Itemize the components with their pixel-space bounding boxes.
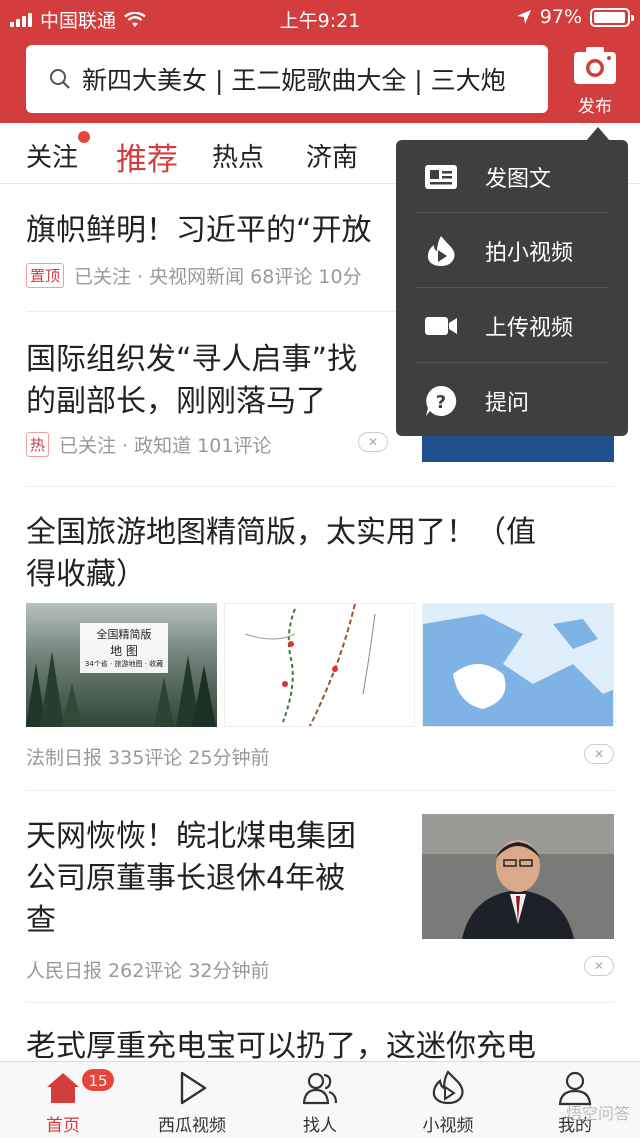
- news-item[interactable]: 旗帜鲜明！习近平的“开放: [26, 210, 406, 252]
- search-bar[interactable]: 新四大美女 | 王二妮歌曲大全 | 三大炮: [26, 45, 548, 113]
- nav-small-video[interactable]: 小视频: [393, 1062, 503, 1138]
- menu-item-upload-video[interactable]: 上传视频: [396, 289, 628, 364]
- menu-separator: [416, 212, 608, 213]
- publish-button[interactable]: 发布: [568, 44, 622, 117]
- menu-separator: [416, 287, 608, 288]
- menu-item-ask-question[interactable]: ? 提问: [396, 364, 628, 439]
- notification-dot: [78, 131, 90, 143]
- news-title-line: 的副部长，刚刚落马了: [26, 384, 326, 419]
- hot-tag: 热: [26, 432, 50, 457]
- menu-item-label: 拍小视频: [485, 241, 574, 266]
- dismiss-button[interactable]: ✕: [584, 744, 614, 764]
- bottom-navigation: 15 首页 西瓜视频 找人 小视频 我的 悟空问答: [0, 1061, 640, 1138]
- menu-separator: [416, 362, 608, 363]
- watermark: 悟空问答: [565, 1104, 630, 1123]
- route-map-image: [244, 604, 376, 726]
- meta-text: 已关注 · 政知道 101评论: [59, 435, 272, 457]
- cover-subtitle: 地 图: [110, 644, 138, 658]
- app-header: 中国联通 上午9:21 97% 新四大美女 | 王二妮歌曲大全 | 三大炮 发布: [0, 0, 640, 123]
- tab-follow[interactable]: 关注: [26, 137, 78, 174]
- people-icon: [302, 1072, 338, 1105]
- news-title-line: 全国旅游地图精简版，太实用了！（值: [26, 515, 536, 550]
- forest-map-thumbnail: 全国精简版 地 图 34个省 · 旅游地图 · 收藏: [26, 603, 217, 727]
- menu-item-shoot-small-video[interactable]: 拍小视频: [396, 214, 628, 289]
- publish-label: 发布: [578, 97, 612, 117]
- svg-text:?: ?: [436, 392, 446, 413]
- meta-text: 法制日报 335评论 25分钟前: [26, 747, 270, 769]
- nav-home[interactable]: 15 首页: [8, 1062, 118, 1138]
- news-title-line: 国际组织发“寻人启事”找: [26, 342, 358, 377]
- nav-label: 首页: [46, 1116, 80, 1136]
- dismiss-button[interactable]: ✕: [584, 956, 614, 976]
- menu-item-label: 上传视频: [485, 316, 574, 341]
- battery-percent: 97%: [539, 6, 582, 28]
- meta-text: 已关注 · 央视网新闻 68评论 10分: [74, 266, 362, 288]
- home-icon: [47, 1073, 79, 1103]
- menu-item-label: 发图文: [485, 167, 552, 192]
- news-item[interactable]: 全国旅游地图精简版，太实用了！（值 得收藏）: [26, 512, 536, 596]
- news-meta: 法制日报 335评论 25分钟前: [26, 743, 270, 770]
- meta-text: 人民日报 262评论 32分钟前: [26, 960, 270, 982]
- nav-label: 小视频: [422, 1116, 474, 1136]
- location-arrow-icon: [516, 10, 531, 24]
- menu-item-post-image-text[interactable]: 发图文: [396, 140, 628, 215]
- tab-jinan[interactable]: 济南: [306, 137, 358, 174]
- news-item[interactable]: 天网恢恢！皖北煤电集团 公司原董事长退休4年被 查: [26, 816, 356, 942]
- status-bar: 中国联通 上午9:21 97%: [0, 0, 640, 36]
- person-photo-thumbnail: [422, 814, 614, 939]
- person-photo: [422, 814, 614, 939]
- nav-find-people[interactable]: 找人: [265, 1062, 375, 1138]
- menu-item-label: 提问: [485, 391, 530, 416]
- video-camera-icon: [425, 317, 457, 335]
- cover-title: 全国精简版: [96, 628, 152, 641]
- pinned-tag: 置顶: [26, 263, 65, 288]
- notification-badge: 15: [81, 1068, 115, 1092]
- map-cover-card: 全国精简版 地 图 34个省 · 旅游地图 · 收藏: [80, 623, 168, 673]
- divider: [26, 486, 614, 487]
- publish-dropdown-menu: 发图文 拍小视频 上传视频 ? 提问: [396, 127, 628, 439]
- divider: [26, 1002, 614, 1003]
- search-suggestion-text: 新四大美女 | 王二妮歌曲大全 | 三大炮: [82, 66, 506, 95]
- news-meta: 人民日报 262评论 32分钟前: [26, 956, 270, 983]
- news-title: 旗帜鲜明！习近平的“开放: [26, 213, 372, 248]
- news-title-line: 得收藏）: [26, 557, 146, 592]
- nav-label: 找人: [303, 1116, 337, 1136]
- news-title-line: 天网恢恢！皖北煤电集团: [26, 819, 356, 854]
- small-video-icon: [427, 236, 455, 266]
- coast-map-thumbnail: [422, 603, 614, 727]
- news-title-line: 公司原董事长退休4年被: [26, 861, 346, 896]
- nav-xigua-video[interactable]: 西瓜视频: [137, 1062, 247, 1138]
- dismiss-button[interactable]: ✕: [358, 432, 388, 452]
- small-video-icon: [432, 1070, 464, 1105]
- battery-icon: [590, 7, 634, 27]
- news-meta: 置顶 已关注 · 央视网新闻 68评论 10分: [26, 262, 362, 289]
- nav-label: 西瓜视频: [158, 1116, 226, 1136]
- tab-hot[interactable]: 热点: [212, 137, 264, 174]
- news-title-line: 查: [26, 903, 56, 938]
- news-meta: 热 已关注 · 政知道 101评论: [26, 431, 271, 458]
- coast-map-image: [423, 604, 613, 726]
- divider: [26, 790, 614, 791]
- search-icon: [50, 69, 70, 89]
- route-map-thumbnail: [224, 603, 415, 727]
- question-icon: ?: [426, 385, 457, 416]
- image-text-icon: [425, 165, 457, 189]
- play-icon: [180, 1071, 207, 1105]
- tab-recommend[interactable]: 推荐: [116, 134, 178, 179]
- news-item[interactable]: 国际组织发“寻人启事”找 的副部长，刚刚落马了: [26, 339, 357, 423]
- camera-icon: [574, 47, 616, 84]
- cover-caption: 34个省 · 旅游地图 · 收藏: [84, 660, 164, 668]
